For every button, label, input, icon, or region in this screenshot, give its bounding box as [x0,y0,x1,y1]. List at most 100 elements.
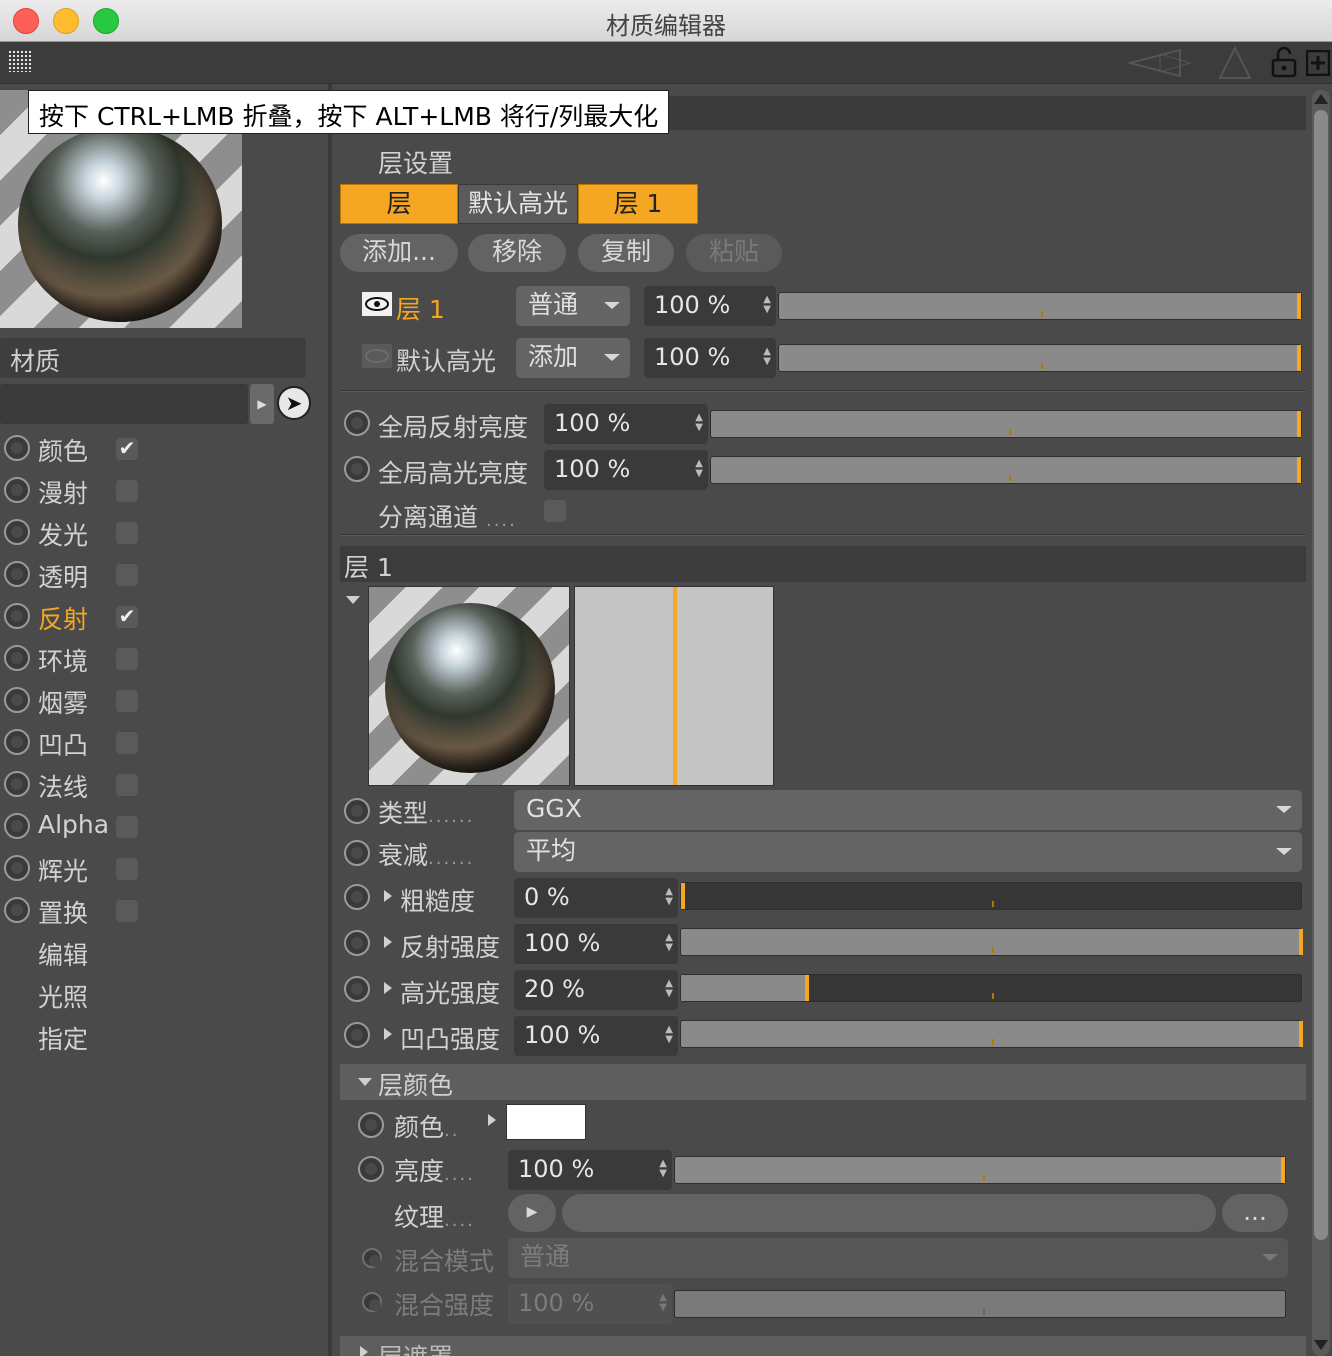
brightness-anim-radio[interactable] [358,1156,384,1182]
param-expand-icon[interactable] [384,982,392,994]
search-arrow-button[interactable]: ▶ [250,384,274,424]
nav-arrows-icon[interactable] [1120,46,1260,80]
blend-strength-anim-radio[interactable] [362,1292,382,1312]
layer-1-opacity-slider[interactable] [778,292,1302,320]
param-slider[interactable] [680,1020,1303,1048]
copy-layer-button[interactable]: 复制 [578,234,674,272]
channel-label[interactable]: 颜色 [38,432,88,468]
channel-item[interactable]: 辉光 [0,848,160,888]
layer-1-preview[interactable] [368,586,570,786]
blend-strength-slider[interactable] [674,1290,1286,1318]
global-spec-field[interactable]: 100 % ▲ ▼ [544,450,708,490]
color-swatch[interactable] [506,1104,586,1140]
channel-item[interactable]: 漫射 [0,470,160,510]
channel-anim-radio[interactable] [4,855,30,881]
channel-anim-radio[interactable] [4,771,30,797]
channel-checkbox[interactable]: ✔ [116,438,138,460]
channel-item[interactable]: 烟雾 [0,680,160,720]
channel-checkbox[interactable] [116,480,138,502]
channel-extra-item[interactable]: 编辑 [38,936,88,972]
color-anim-radio[interactable] [358,1112,384,1138]
channel-anim-radio[interactable] [4,435,30,461]
channel-item[interactable]: 置换 [0,890,160,930]
default-specular-opacity-slider[interactable] [778,344,1302,372]
layer-1-opacity-field[interactable]: 100 % ▲ ▼ [644,286,776,326]
channel-label[interactable]: 辉光 [38,852,88,888]
channel-item[interactable]: 环境 [0,638,160,678]
channel-label[interactable]: 漫射 [38,474,88,510]
param-field[interactable]: 100 % ▲ ▼ [514,924,678,964]
channel-label[interactable]: 凹凸 [38,726,88,762]
channel-item[interactable]: 透明 [0,554,160,594]
channel-anim-radio[interactable] [4,519,30,545]
param-anim-radio[interactable] [344,884,370,910]
channel-label[interactable]: 透明 [38,558,88,594]
new-window-icon[interactable] [1306,50,1330,76]
eye-icon[interactable] [362,292,392,316]
add-layer-button[interactable]: 添加... [340,234,458,272]
attenuation-dropdown[interactable]: 平均 [514,832,1302,872]
default-specular-opacity-field[interactable]: 100 % ▲ ▼ [644,338,776,378]
global-refl-slider[interactable] [710,410,1302,438]
channel-checkbox[interactable] [116,732,138,754]
channel-anim-radio[interactable] [4,645,30,671]
channel-label[interactable]: 烟雾 [38,684,88,720]
brightness-slider[interactable] [674,1156,1286,1184]
param-field[interactable]: 20 % ▲ ▼ [514,970,678,1010]
global-spec-anim-radio[interactable] [344,456,370,482]
param-anim-radio[interactable] [344,1022,370,1048]
texture-more-button[interactable]: ... [1222,1194,1288,1232]
texture-arrow-button[interactable]: ▶ [508,1194,556,1232]
channel-checkbox[interactable]: ✔ [116,606,138,628]
blend-mode-anim-radio[interactable] [362,1248,382,1268]
channel-checkbox[interactable] [116,564,138,586]
channel-item[interactable]: 法线 [0,764,160,804]
type-anim-radio[interactable] [344,798,370,824]
channel-checkbox[interactable] [116,816,138,838]
channel-item[interactable]: 发光 [0,512,160,552]
layer-1-mode-dropdown[interactable]: 普通 [516,286,630,326]
brightness-field[interactable]: 100 % ▲ ▼ [508,1150,672,1190]
scroll-down-icon[interactable] [1314,1340,1328,1350]
type-dropdown[interactable]: GGX [514,790,1302,830]
param-slider[interactable] [680,974,1302,1002]
channel-extra-item[interactable]: 光照 [38,978,88,1014]
channel-checkbox[interactable] [116,690,138,712]
default-specular-name[interactable]: 默认高光 [396,342,496,378]
channel-item[interactable]: 反射 ✔ [0,596,160,636]
panel-divider[interactable] [328,84,332,1356]
eye-hidden-icon[interactable] [362,344,392,368]
pick-cursor-icon[interactable]: ➤ [277,386,311,420]
param-expand-icon[interactable] [384,1028,392,1040]
param-slider[interactable] [680,882,1302,910]
param-anim-radio[interactable] [344,976,370,1002]
blend-strength-field[interactable]: 100 % ▲ ▼ [508,1284,672,1324]
remove-layer-button[interactable]: 移除 [468,234,566,272]
tab-default-specular[interactable]: 默认高光 [458,184,578,224]
layer-mask-section-header[interactable] [340,1336,1306,1356]
param-field[interactable]: 0 % ▲ ▼ [514,878,678,918]
channel-checkbox[interactable] [116,774,138,796]
layer-mask-expand-icon[interactable] [360,1346,368,1356]
channel-checkbox[interactable] [116,648,138,670]
channel-anim-radio[interactable] [4,561,30,587]
channel-label[interactable]: 置换 [38,894,88,930]
channel-checkbox[interactable] [116,858,138,880]
channel-extra-item[interactable]: 指定 [38,1020,88,1056]
channel-checkbox[interactable] [116,522,138,544]
channel-anim-radio[interactable] [4,477,30,503]
channel-anim-radio[interactable] [4,729,30,755]
scroll-up-icon[interactable] [1314,94,1328,104]
channel-item[interactable]: Alpha [0,806,160,846]
channel-label[interactable]: 环境 [38,642,88,678]
param-slider[interactable] [680,928,1303,956]
channel-anim-radio[interactable] [4,603,30,629]
layer-1-section-header[interactable] [340,546,1306,582]
scrollbar-thumb[interactable] [1314,110,1328,1240]
channel-checkbox[interactable] [116,900,138,922]
channel-label[interactable]: 反射 [38,600,88,636]
paste-layer-button[interactable]: 粘贴 [686,234,782,272]
tab-layer-1[interactable]: 层 1 [578,184,698,224]
tab-layer[interactable]: 层 [340,184,458,224]
channel-label[interactable]: Alpha [38,810,109,839]
